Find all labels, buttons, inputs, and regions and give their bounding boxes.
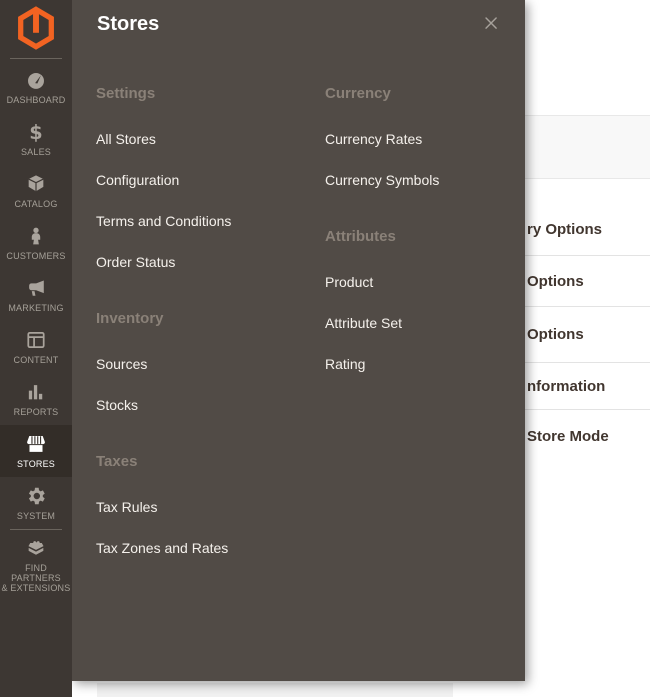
marketing-icon	[25, 277, 47, 299]
system-icon	[25, 485, 47, 507]
close-icon	[481, 23, 503, 38]
menu-item-list: Tax Rules Tax Zones and Rates	[96, 499, 312, 558]
close-button[interactable]	[481, 13, 503, 35]
menu-item-configuration[interactable]: Configuration	[96, 173, 179, 187]
sidebar-divider	[10, 58, 62, 59]
menu-item-list: Product Attribute Set Rating	[325, 274, 515, 374]
dashboard-icon	[25, 69, 47, 91]
stores-flyout: Stores Settings All Stores Configuration Te…	[72, 0, 525, 681]
stores-icon	[24, 433, 48, 455]
menu-item-tax-rules[interactable]: Tax Rules	[96, 500, 157, 514]
sidebar-item-label: DASHBOARD	[7, 95, 66, 105]
menu-column-left: Settings All Stores Configuration Terms and…	[96, 86, 312, 581]
menu-item-attribute-set[interactable]: Attribute Set	[325, 316, 402, 330]
sidebar-divider	[10, 529, 62, 530]
flyout-title: Stores	[97, 13, 159, 36]
menu-section-title: Taxes	[96, 454, 312, 469]
sidebar-item-dashboard[interactable]: DASHBOARD	[0, 61, 72, 113]
menu-item-currency-rates[interactable]: Currency Rates	[325, 132, 422, 146]
sidebar-item-label: REPORTS	[14, 407, 59, 417]
menu-item-terms-and-conditions[interactable]: Terms and Conditions	[96, 214, 231, 228]
menu-item-currency-symbols[interactable]: Currency Symbols	[325, 173, 439, 187]
customers-icon	[25, 225, 47, 247]
sidebar-item-label: SALES	[21, 147, 51, 157]
menu-section-settings: Settings All Stores Configuration Terms and…	[96, 86, 312, 272]
sales-icon: $	[25, 121, 47, 143]
sidebar-nav: DASHBOARD $ SALES CATALOG CUSTOMERS MARKETING…	[0, 61, 72, 529]
menu-item-product[interactable]: Product	[325, 275, 373, 289]
menu-section-title: Settings	[96, 86, 312, 101]
menu-item-order-status[interactable]: Order Status	[96, 255, 175, 269]
menu-section-inventory: Inventory Sources Stocks	[96, 311, 312, 415]
menu-item-all-stores[interactable]: All Stores	[96, 132, 156, 146]
admin-sidebar: DASHBOARD $ SALES CATALOG CUSTOMERS MARKETING…	[0, 0, 72, 697]
catalog-icon	[25, 173, 47, 195]
screen: ry OptionsOptions OptionsnformationStore…	[0, 0, 650, 697]
sidebar-item-content[interactable]: CONTENT	[0, 321, 72, 373]
menu-section-attributes: Attributes Product Attribute Set Rating	[325, 229, 515, 374]
partners-icon	[24, 537, 48, 559]
sidebar-item-customers[interactable]: CUSTOMERS	[0, 217, 72, 269]
menu-item-list: Currency Rates Currency Symbols	[325, 131, 515, 190]
sidebar-item-sales[interactable]: $ SALES	[0, 113, 72, 165]
menu-section-title: Currency	[325, 86, 515, 101]
sidebar-item-system[interactable]: SYSTEM	[0, 477, 72, 529]
menu-item-list: Sources Stocks	[96, 356, 312, 415]
menu-section-currency: Currency Currency Rates Currency Symbols	[325, 86, 515, 190]
magento-logo-icon	[16, 6, 56, 55]
sidebar-item-label: FIND PARTNERS & EXTENSIONS	[0, 563, 72, 593]
sidebar-item-label: SYSTEM	[17, 511, 55, 521]
menu-item-stocks[interactable]: Stocks	[96, 398, 138, 412]
magento-logo-button[interactable]	[0, 0, 72, 58]
menu-section-title: Inventory	[96, 311, 312, 326]
reports-icon	[25, 381, 47, 403]
sidebar-item-label: MARKETING	[8, 303, 63, 313]
sidebar-item-label: CATALOG	[14, 199, 57, 209]
sidebar-item-label: CONTENT	[14, 355, 59, 365]
svg-text:$: $	[29, 121, 42, 143]
menu-item-tax-zones-and-rates[interactable]: Tax Zones and Rates	[96, 541, 228, 555]
sidebar-item-label: CUSTOMERS	[6, 251, 65, 261]
menu-item-sources[interactable]: Sources	[96, 357, 147, 371]
menu-item-list: All Stores Configuration Terms and Conditi…	[96, 131, 312, 272]
sidebar-item-find-partners-extensions[interactable]: FIND PARTNERS & EXTENSIONS	[0, 534, 72, 596]
content-icon	[25, 329, 47, 351]
bottom-panel	[97, 683, 453, 697]
sidebar-item-stores[interactable]: STORES	[0, 425, 72, 477]
sidebar-item-marketing[interactable]: MARKETING	[0, 269, 72, 321]
menu-section-title: Attributes	[325, 229, 515, 244]
menu-item-rating[interactable]: Rating	[325, 357, 365, 371]
sidebar-item-label: STORES	[17, 459, 55, 469]
sidebar-item-catalog[interactable]: CATALOG	[0, 165, 72, 217]
sidebar-item-reports[interactable]: REPORTS	[0, 373, 72, 425]
menu-section-taxes: Taxes Tax Rules Tax Zones and Rates	[96, 454, 312, 558]
menu-column-right: Currency Currency Rates Currency Symbols At…	[325, 86, 515, 397]
